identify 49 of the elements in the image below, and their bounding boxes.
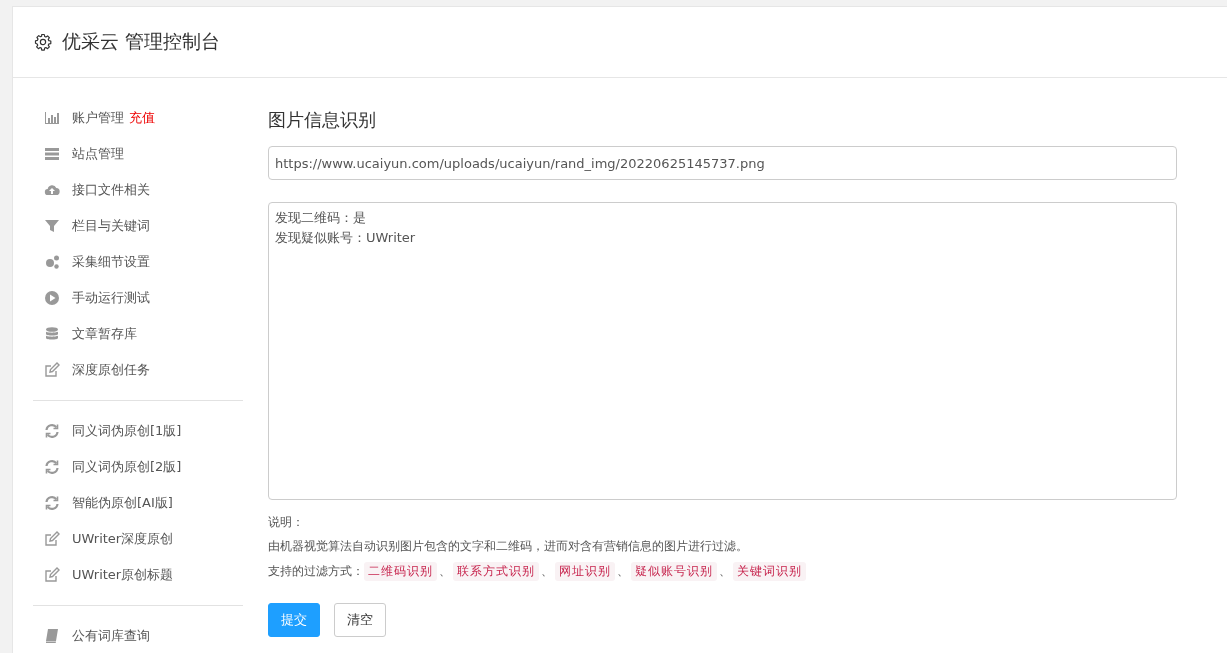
sidebar-item[interactable]: 栏目与关键词 <box>72 217 150 235</box>
gears-icon <box>44 254 60 270</box>
separator: 、 <box>719 563 731 580</box>
result-field[interactable]: 发现二维码：是 发现疑似账号：UWriter <box>268 202 1177 500</box>
recharge-link[interactable]: 充值 <box>129 109 155 127</box>
sidebar-item[interactable]: UWriter原创标题 <box>72 566 174 584</box>
sidebar-item[interactable]: 账户管理 <box>72 109 124 127</box>
refresh-icon <box>44 459 60 475</box>
note-title: 说明： <box>268 514 305 531</box>
url-field[interactable]: https://www.ucaiyun.com/uploads/ucaiyun/rand_img/20220625145737.png <box>268 146 1177 180</box>
filter-tag: 网址识别 <box>555 562 615 581</box>
filter-tag: 疑似账号识别 <box>631 562 717 581</box>
note-text: 由机器视觉算法自动识别图片包含的文字和二维码，进而对含有营销信息的图片进行过滤。 <box>268 538 749 555</box>
separator: 、 <box>439 563 451 580</box>
server-icon <box>44 146 60 162</box>
sidebar-item[interactable]: 公有词库查询 <box>72 627 150 645</box>
database-icon <box>44 326 60 342</box>
result-line: 发现二维码：是 <box>275 209 367 227</box>
filters-label: 支持的过滤方式： <box>268 563 364 580</box>
sidebar-item[interactable]: 手动运行测试 <box>72 289 150 307</box>
play-icon <box>44 290 60 306</box>
refresh-icon <box>44 423 60 439</box>
edit-icon <box>44 362 60 378</box>
sidebar-item[interactable]: 接口文件相关 <box>72 181 150 199</box>
sidebar-item[interactable]: 深度原创任务 <box>72 361 150 379</box>
sidebar-item[interactable]: UWriter深度原创 <box>72 530 174 548</box>
cloud-upload-icon <box>44 182 60 198</box>
result-line: 发现疑似账号：UWriter <box>275 229 417 247</box>
edit-icon <box>44 531 60 547</box>
refresh-icon <box>44 495 60 511</box>
filter-icon <box>44 218 60 234</box>
sidebar-item[interactable]: 同义词伪原创[2版] <box>72 458 182 476</box>
settings-icon <box>34 33 52 51</box>
sidebar-item[interactable]: 文章暂存库 <box>72 325 137 343</box>
book-icon <box>44 628 60 644</box>
separator: 、 <box>617 563 629 580</box>
filter-tag: 关键词识别 <box>733 562 806 581</box>
filter-tag: 联系方式识别 <box>453 562 539 581</box>
sidebar-item[interactable]: 同义词伪原创[1版] <box>72 422 182 440</box>
bar-chart-icon <box>44 110 60 126</box>
filter-tag: 二维码识别 <box>364 562 437 581</box>
sidebar-item[interactable]: 采集细节设置 <box>72 253 150 271</box>
separator: 、 <box>541 563 553 580</box>
sidebar-item[interactable]: 智能伪原创[AI版] <box>72 494 173 512</box>
edit-icon <box>44 567 60 583</box>
page-heading: 图片信息识别 <box>268 108 377 132</box>
console-title: 优采云 管理控制台 <box>62 29 221 54</box>
sidebar-item[interactable]: 站点管理 <box>72 145 124 163</box>
clear-button[interactable]: 清空 <box>334 603 386 637</box>
